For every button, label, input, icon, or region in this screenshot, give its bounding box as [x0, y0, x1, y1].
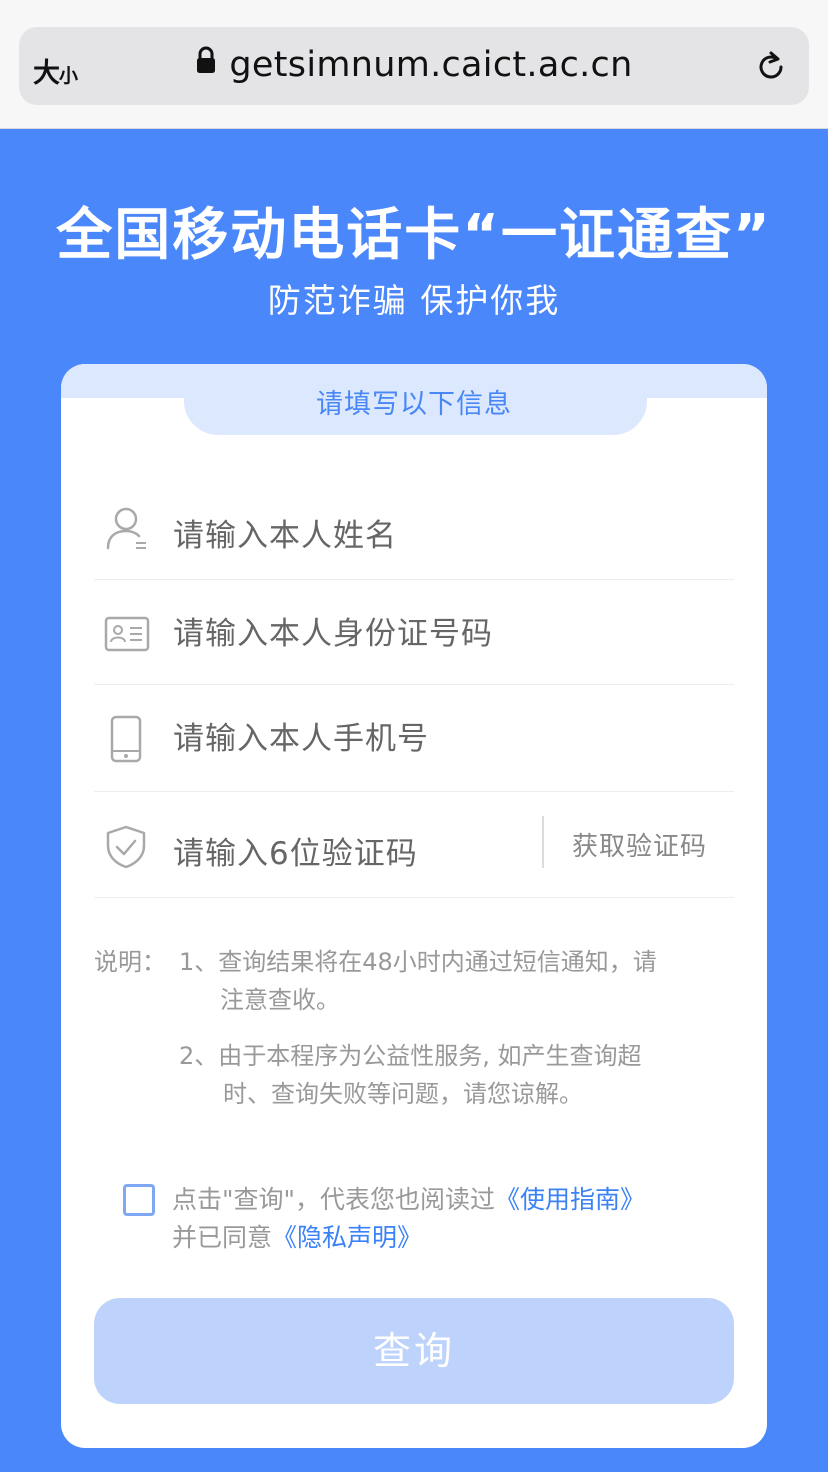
name-input[interactable]: 请输入本人姓名 — [173, 510, 397, 555]
notes-prefix: 说明： — [94, 948, 166, 976]
browser-toolbar: 大小 getsimnum.caict.ac.cn — [0, 0, 828, 129]
usage-guide-link[interactable]: 《使用指南》 — [495, 1185, 645, 1214]
url-display[interactable]: getsimnum.caict.ac.cn — [19, 45, 809, 85]
phone-field[interactable]: 请输入本人手机号 — [94, 685, 734, 792]
verification-code-field[interactable]: 请输入6位验证码 获取验证码 — [94, 792, 734, 898]
name-field[interactable]: 请输入本人姓名 — [94, 470, 734, 580]
note-item-2-line-2: 时、查询失败等问题，请您谅解。 — [223, 1080, 583, 1108]
verification-code-input[interactable]: 请输入6位验证码 — [173, 828, 418, 873]
query-button[interactable]: 查询 — [94, 1298, 734, 1404]
get-code-button[interactable]: 获取验证码 — [572, 826, 707, 863]
privacy-statement-link[interactable]: 《隐私声明》 — [272, 1223, 422, 1252]
address-bar[interactable]: 大小 getsimnum.caict.ac.cn — [19, 27, 809, 105]
page-subtitle: 防范诈骗 保护你我 — [267, 281, 561, 320]
note-item-2-line-1: 2、由于本程序为公益性服务, 如产生查询超 — [179, 1042, 642, 1070]
note-item-1-line-2: 注意查收。 — [220, 986, 340, 1014]
id-number-input[interactable]: 请输入本人身份证号码 — [173, 608, 493, 653]
agreement-checkbox[interactable] — [123, 1184, 155, 1216]
field-divider — [542, 816, 544, 868]
user-icon — [104, 504, 150, 556]
agreement-line-1: 点击"查询"，代表您也阅读过《使用指南》 — [172, 1180, 645, 1216]
id-card-icon — [104, 616, 150, 656]
agreement-line-2: 并已同意《隐私声明》 — [172, 1218, 422, 1254]
note-item-1-line-1: 1、查询结果将在48小时内通过短信通知，请 — [179, 948, 657, 976]
query-form-card: 请填写以下信息 请输入本人姓名 请输入本人身份证号码 请输入本人手机号 请输入6… — [61, 364, 767, 1448]
id-number-field[interactable]: 请输入本人身份证号码 — [94, 580, 734, 685]
reload-icon[interactable] — [753, 49, 789, 89]
lock-icon — [195, 43, 217, 83]
agreement-text-middle: 并已同意 — [172, 1223, 273, 1252]
url-text: getsimnum.caict.ac.cn — [229, 45, 633, 85]
form-header-label: 请填写以下信息 — [316, 389, 512, 420]
page-title: 全国移动电话卡“一证通查” — [56, 203, 772, 268]
shield-check-icon — [104, 824, 148, 874]
agreement-text-before: 点击"查询"，代表您也阅读过 — [172, 1185, 495, 1214]
phone-input[interactable]: 请输入本人手机号 — [173, 713, 429, 758]
phone-icon — [110, 715, 142, 767]
